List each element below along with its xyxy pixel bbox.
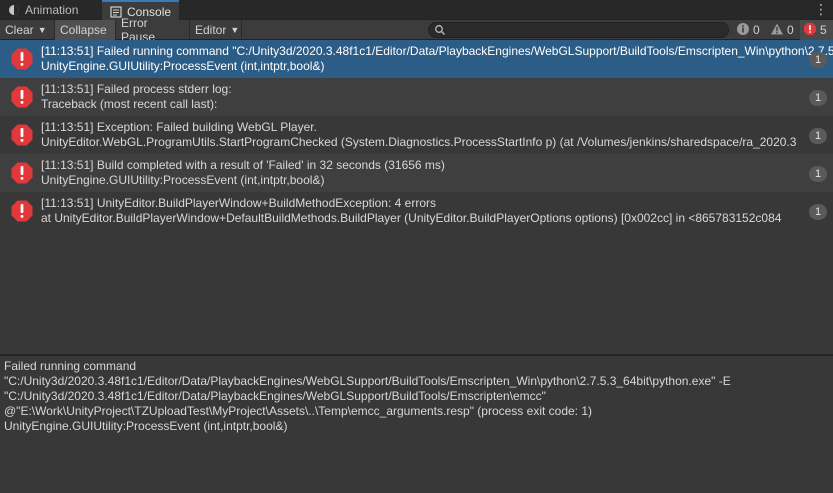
error-icon [10,199,34,223]
log-count-badge: 1 [809,90,827,106]
log-count-badge: 1 [809,128,827,144]
clear-button[interactable]: Clear ▼ [0,20,55,40]
log-entry[interactable]: [11:13:51] Failed running command "C:/Un… [0,40,833,78]
log-entry[interactable]: [11:13:51] Exception: Failed building We… [0,116,833,154]
collapse-label: Collapse [60,23,107,37]
log-stacktrace: UnityEditor.WebGL.ProgramUtils.StartProg… [41,135,797,149]
warning-filter-toggle[interactable]: 0 [767,20,797,40]
log-stacktrace: UnityEngine.GUIUtility:ProcessEvent (int… [41,59,325,73]
log-message: [11:13:51] Exception: Failed building We… [41,120,317,134]
more-options-icon[interactable]: ⋮ [814,2,828,16]
info-icon [736,22,750,39]
editor-dropdown[interactable]: Editor ▼ [190,20,242,40]
log-entry[interactable]: [11:13:51] Build completed with a result… [0,154,833,192]
collapse-button[interactable]: Collapse [55,20,116,40]
info-filter-toggle[interactable]: 0 [733,20,763,40]
error-icon [803,22,817,39]
detail-line: "C:/Unity3d/2020.3.48f1c1/Editor/Data/Pl… [4,389,546,403]
error-icon [10,161,34,185]
editor-label: Editor [195,23,227,37]
log-entry[interactable]: [11:13:51] Failed process stderr log: Tr… [0,78,833,116]
detail-line: "C:/Unity3d/2020.3.48f1c1/Editor/Data/Pl… [4,374,731,388]
detail-line: Failed running command [4,359,137,373]
tab-animation[interactable]: Animation [0,0,86,20]
log-message: [11:13:51] Failed running command "C:/Un… [41,44,833,58]
log-count-badge: 1 [809,166,827,182]
clear-label: Clear [5,23,34,37]
log-message: [11:13:51] Failed process stderr log: [41,82,232,96]
log-count-badge: 1 [809,204,827,220]
tab-label: Animation [25,3,79,17]
console-toolbar: Clear ▼ Collapse Error Pause Editor ▼ 0 … [0,16,833,44]
log-detail-panel[interactable]: Failed running command "C:/Unity3d/2020.… [0,356,833,493]
log-message: [11:13:51] Build completed with a result… [41,158,445,172]
search-icon [434,24,446,36]
detail-line: UnityEngine.GUIUtility:ProcessEvent (int… [4,419,288,433]
warning-count: 0 [787,23,794,37]
chevron-down-icon[interactable]: ▼ [38,25,47,35]
log-count-badge: 1 [809,52,827,68]
log-list[interactable]: [11:13:51] Failed running command "C:/Un… [0,40,833,354]
error-icon [10,85,34,109]
animation-icon [8,4,20,16]
log-entry[interactable]: [11:13:51] UnityEditor.BuildPlayerWindow… [0,192,833,230]
error-icon [10,47,34,71]
chevron-down-icon: ▼ [230,25,240,35]
log-message: [11:13:51] UnityEditor.BuildPlayerWindow… [41,196,436,210]
info-count: 0 [753,23,760,37]
error-icon [10,123,34,147]
warning-icon [770,22,784,39]
error-count: 5 [820,23,827,37]
detail-line: @"E:\Work\UnityProject\TZUploadTest\MyPr… [4,404,593,418]
log-stacktrace: at UnityEditor.BuildPlayerWindow+Default… [41,211,782,225]
error-filter-toggle[interactable]: 5 [800,20,833,40]
log-stacktrace: Traceback (most recent call last): [41,97,218,111]
log-stacktrace: UnityEngine.GUIUtility:ProcessEvent (int… [41,173,325,187]
search-input[interactable] [428,22,729,38]
error-pause-button[interactable]: Error Pause [116,16,190,44]
